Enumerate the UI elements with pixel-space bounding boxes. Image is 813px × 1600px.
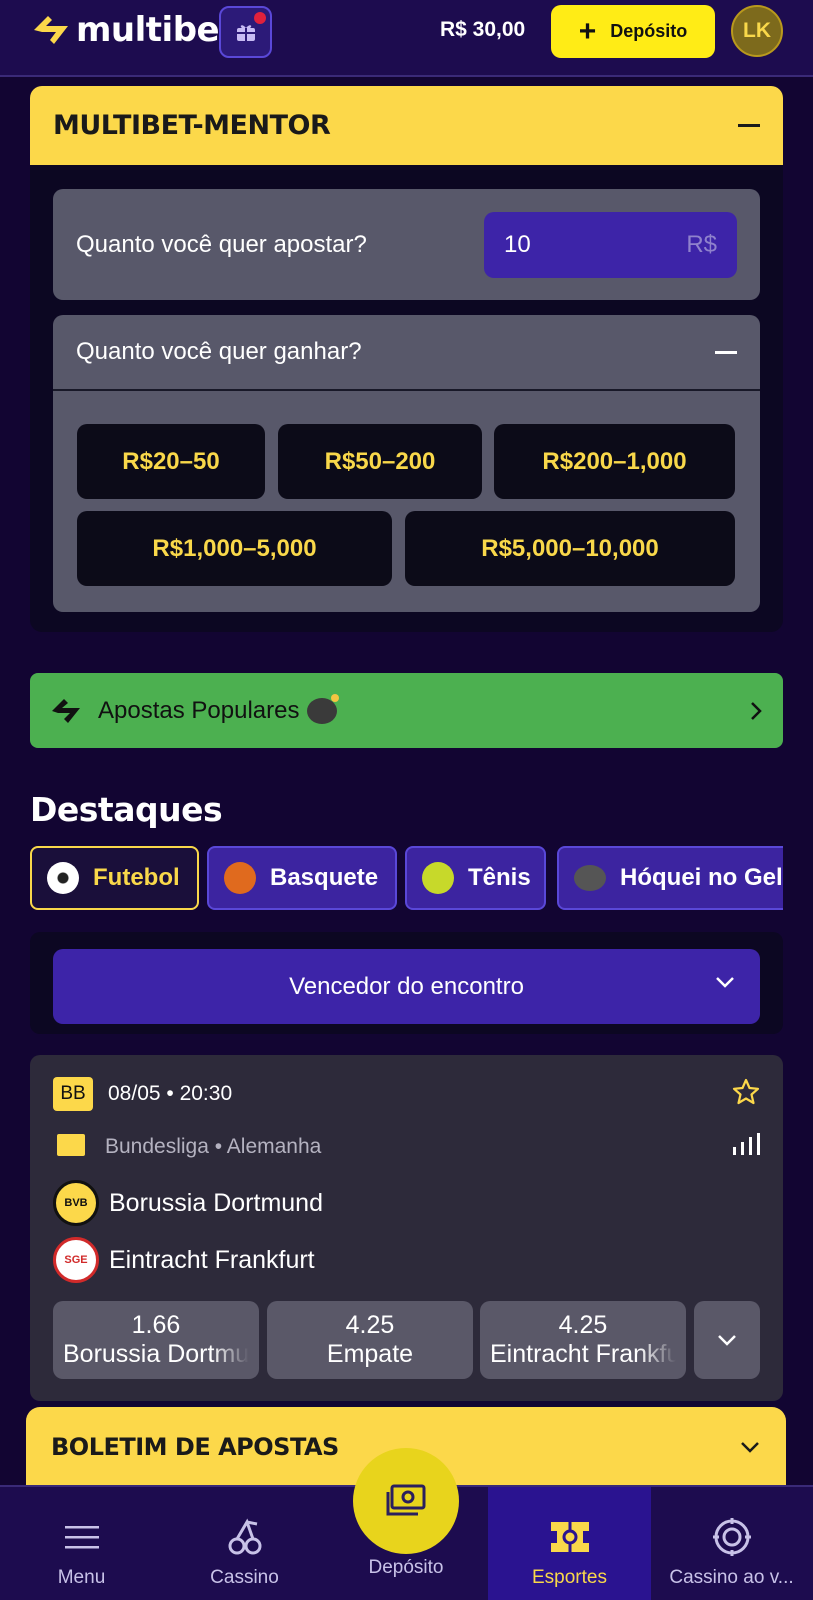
home-team: BVB Borussia Dortmund (53, 1180, 323, 1226)
cherries-icon (227, 1517, 263, 1557)
nav-label: Cassino (210, 1567, 279, 1588)
chevron-down-icon (716, 977, 734, 988)
nav-label: Esportes (532, 1567, 607, 1588)
mentor-title: MULTIBET-MENTOR (53, 110, 331, 141)
highlights-title: Destaques (30, 790, 223, 829)
more-markets-button[interactable] (694, 1301, 760, 1379)
chevron-right-icon (751, 701, 762, 720)
tab-tenis[interactable]: Tênis (405, 846, 546, 910)
nav-label: Cassino ao v... (669, 1567, 794, 1588)
win-question: Quanto você quer ganhar? (76, 338, 362, 365)
bet-question: Quanto você quer apostar? (76, 230, 367, 258)
bundesliga-icon (57, 1134, 85, 1156)
nav-deposit-button[interactable] (353, 1448, 459, 1554)
odd-label: Borussia Dortmund (63, 1340, 249, 1368)
tab-futebol[interactable]: Futebol (30, 846, 199, 910)
odd-label: Empate (326, 1340, 414, 1368)
popular-bets-banner[interactable]: Apostas Populares (30, 673, 783, 748)
away-team: SGE Eintracht Frankfurt (53, 1237, 315, 1283)
gift-icon (236, 25, 255, 41)
tab-basquete[interactable]: Basquete (207, 846, 397, 910)
range-option[interactable]: R$1,000–5,000 (77, 511, 392, 586)
nav-cassino[interactable]: Cassino (163, 1487, 326, 1600)
nav-cassino-ao-vivo[interactable]: Cassino ao v... (650, 1487, 813, 1600)
chevron-down-icon (718, 1335, 736, 1346)
nav-esportes[interactable]: Esportes (488, 1487, 651, 1600)
menu-icon (64, 1517, 99, 1557)
tab-label: Hóquei no Gelo (620, 864, 783, 891)
odd-button-draw[interactable]: 4.25 Empate (267, 1301, 473, 1379)
odd-button-home[interactable]: 1.66 Borussia Dortmund (53, 1301, 259, 1379)
collapse-icon[interactable] (738, 124, 760, 127)
currency-label: R$ (686, 230, 717, 258)
notification-dot (254, 12, 266, 24)
match-card[interactable]: BB 08/05 • 20:30 Bundesliga • Alemanha B… (30, 1055, 783, 1401)
sport-tabs: Futebol Basquete Tênis Hóquei no Gelo (30, 846, 783, 910)
nav-label: Menu (57, 1567, 106, 1588)
range-option[interactable]: R$50–200 (278, 424, 482, 499)
odd-value: 4.25 (345, 1311, 395, 1339)
win-header[interactable]: Quanto você quer ganhar? (53, 315, 760, 391)
top-header: multibet R$ 30,00 + Depósito LK (0, 0, 813, 77)
favorite-star-icon[interactable] (731, 1077, 761, 1107)
deposit-button[interactable]: + Depósito (551, 5, 715, 58)
collapse-icon[interactable] (715, 350, 737, 354)
popular-bets-label: Apostas Populares (98, 696, 300, 724)
bet-amount-row: Quanto você quer apostar? 10 R$ (53, 189, 760, 300)
odd-value: 1.66 (131, 1311, 181, 1339)
odd-label: Eintracht Frankfurt (490, 1340, 676, 1368)
nav-menu[interactable]: Menu (0, 1487, 163, 1600)
tennis-ball-icon (422, 862, 454, 894)
away-team-name: Eintracht Frankfurt (109, 1245, 315, 1274)
gift-button[interactable] (219, 6, 272, 58)
chevron-down-icon (741, 1442, 759, 1453)
match-datetime: 08/05 • 20:30 (108, 1082, 233, 1105)
home-team-name: Borussia Dortmund (109, 1188, 323, 1217)
market-selector-wrap: Vencedor do encontro (30, 932, 783, 1034)
league-name: Bundesliga • Alemanha (105, 1135, 322, 1158)
lightning-icon (52, 698, 80, 723)
stats-icon[interactable] (733, 1133, 760, 1155)
plus-icon: + (578, 14, 597, 48)
deposit-label: Depósito (610, 21, 688, 41)
tab-label: Tênis (468, 864, 531, 891)
live-chip-icon (712, 1517, 751, 1557)
betslip-title: BOLETIM DE APOSTAS (51, 1433, 339, 1461)
odd-value: 4.25 (558, 1311, 608, 1339)
win-amount-card: Quanto você quer ganhar? R$20–50 R$50–20… (53, 315, 760, 612)
soccer-ball-icon (47, 862, 79, 894)
market-dropdown[interactable]: Vencedor do encontro (53, 949, 760, 1024)
mentor-panel: MULTIBET-MENTOR Quanto você quer apostar… (30, 86, 783, 632)
tab-label: Basquete (270, 864, 379, 891)
range-option[interactable]: R$200–1,000 (494, 424, 735, 499)
hockey-puck-icon (574, 865, 606, 891)
avatar[interactable]: LK (731, 5, 783, 57)
tab-hoquei[interactable]: Hóquei no Gelo (557, 846, 783, 910)
bomb-icon (307, 693, 340, 724)
balance-display: R$ 30,00 (440, 18, 526, 41)
bet-amount-value: 10 (504, 230, 531, 258)
multibet-logo[interactable]: multibet (30, 10, 235, 50)
bet-builder-badge: BB (53, 1077, 93, 1111)
brand-name: multibet (76, 10, 235, 50)
odd-button-away[interactable]: 4.25 Eintracht Frankfurt (480, 1301, 686, 1379)
basketball-icon (224, 862, 256, 894)
range-option[interactable]: R$5,000–10,000 (405, 511, 735, 586)
market-label: Vencedor do encontro (289, 972, 524, 1000)
cash-icon (386, 1484, 426, 1516)
nav-deposit-label: Depósito (368, 1557, 444, 1578)
frankfurt-crest-icon: SGE (53, 1237, 99, 1283)
bet-amount-input[interactable]: 10 R$ (484, 211, 737, 278)
range-option[interactable]: R$20–50 (77, 424, 265, 499)
field-icon (550, 1517, 589, 1557)
mentor-header[interactable]: MULTIBET-MENTOR (30, 86, 783, 165)
tab-label: Futebol (93, 864, 180, 891)
dortmund-crest-icon: BVB (53, 1180, 99, 1226)
logo-icon (34, 16, 68, 44)
